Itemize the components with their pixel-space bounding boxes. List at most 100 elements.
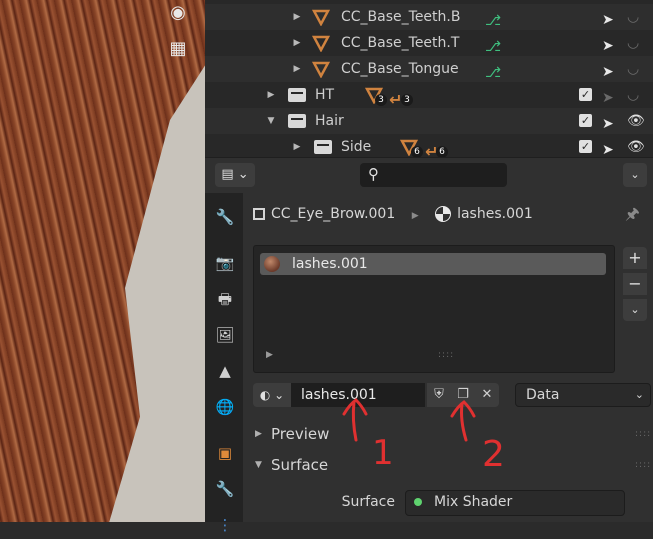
new-material-copy-icon[interactable]: ❐: [451, 383, 475, 407]
tab-object[interactable]: ▣: [211, 439, 239, 467]
mesh-icon: [312, 61, 330, 78]
vertex-group-icon: ⎇: [485, 39, 502, 55]
render-icon: 📷: [215, 254, 235, 272]
tab-render[interactable]: 📷: [211, 249, 239, 277]
tab-modifiers[interactable]: 🔧: [211, 475, 239, 503]
outliner-row[interactable]: ▶ CC_Base_Teeth.T ⎇ ➤ ◡: [205, 30, 653, 56]
properties-tabs: 🔧 📷 🖶 🖼 ▲ 🌐 ▣ 🔧 ⋮: [205, 193, 243, 534]
collection-icon: [288, 114, 306, 128]
unlink-close-icon[interactable]: ✕: [475, 383, 499, 407]
object-icon: ▣: [217, 444, 233, 462]
3d-viewport[interactable]: ◉ ▦: [0, 0, 205, 522]
hair-mesh-render: [0, 0, 205, 522]
outliner: ▶ CC_Base_Teeth.B ⎇ ➤ ◡ ▶ CC_Base_Teeth.…: [205, 0, 653, 161]
hidden-eye-icon[interactable]: ◡: [627, 4, 647, 30]
pin-icon[interactable]: 🖈: [625, 203, 640, 230]
link-select[interactable]: Data ⌄: [515, 383, 651, 407]
exclude-checkbox[interactable]: ✓: [579, 88, 592, 101]
outliner-item-label: Hair: [315, 113, 344, 129]
vertex-group-icon: ⎇: [485, 65, 502, 81]
slot-specials-button[interactable]: ⌄: [623, 299, 647, 321]
collection-icon: [288, 88, 306, 102]
grid-view-icon[interactable]: ▦: [164, 36, 192, 62]
outliner-item-label: CC_Base_Teeth.T: [341, 35, 460, 51]
panel-title: Surface: [271, 456, 329, 474]
object-icon: [253, 208, 265, 220]
hidden-eye-icon[interactable]: ◡: [627, 82, 647, 108]
view-layer-icon: 🖼: [215, 326, 235, 344]
particles-icon: ⋮: [217, 516, 233, 534]
link-select-value: Data: [526, 387, 560, 403]
breadcrumb-separator-icon: ▶: [411, 211, 419, 221]
expand-arrow-icon[interactable]: ▶: [291, 56, 303, 82]
camera-icon[interactable]: ◉: [164, 0, 192, 26]
collection-icon: [314, 140, 332, 154]
tab-tool[interactable]: 🔧: [211, 203, 239, 231]
breadcrumb-material: lashes.001: [457, 206, 533, 222]
add-slot-button[interactable]: +: [623, 247, 647, 269]
panel-surface[interactable]: ▼ Surface ::::: [243, 450, 653, 480]
outliner-row[interactable]: ▶ CC_Base_Teeth.B ⎇ ➤ ◡: [205, 4, 653, 30]
list-resize-grip[interactable]: ::::: [438, 350, 454, 360]
outliner-row[interactable]: ▶ HT 3 ↵ 3 ✓ ➤ ◡: [205, 82, 653, 109]
tab-view-layer[interactable]: 🖼: [211, 321, 239, 349]
material-name-field[interactable]: lashes.001: [291, 383, 425, 407]
world-icon: 🌐: [215, 398, 235, 416]
options-dropdown-button[interactable]: ⌄: [623, 163, 647, 187]
tab-world[interactable]: 🌐: [211, 393, 239, 421]
visible-eye-icon[interactable]: 👁: [627, 108, 647, 134]
hidden-eye-icon[interactable]: ◡: [627, 56, 647, 82]
panel-drag-grip[interactable]: ::::: [635, 419, 651, 449]
expand-arrow-icon[interactable]: ▶: [291, 4, 303, 30]
shader-socket-icon: [414, 498, 422, 506]
outliner-row[interactable]: ▼ Hair ✓ ➤ 👁: [205, 108, 653, 134]
expand-arrow-icon[interactable]: ▶: [291, 30, 303, 56]
collapse-arrow-icon: ▼: [255, 460, 262, 470]
tab-particles[interactable]: ⋮: [211, 511, 239, 539]
scene-icon: ▲: [219, 362, 231, 380]
output-icon: 🖶: [217, 290, 233, 308]
surface-shader-value: Mix Shader: [434, 494, 513, 510]
surface-label: Surface: [341, 494, 395, 510]
outliner-row[interactable]: ▶ CC_Base_Tongue ⎇ ➤ ◡: [205, 56, 653, 82]
viewport-toolbar: ◉ ▦: [160, 0, 196, 70]
list-item[interactable]: lashes.001: [260, 253, 606, 275]
surface-shader-select[interactable]: Mix Shader: [405, 490, 625, 516]
mesh-icon: [312, 35, 330, 52]
expand-arrow-icon[interactable]: ▶: [265, 82, 277, 108]
tab-scene[interactable]: ▲: [211, 357, 239, 385]
panel-drag-grip[interactable]: ::::: [635, 450, 651, 480]
collapse-arrow-icon[interactable]: ▼: [265, 108, 277, 134]
material-preview-icon: [264, 256, 280, 272]
browse-material-button[interactable]: ◐ ⌄: [253, 383, 291, 407]
exclude-checkbox[interactable]: ✓: [579, 114, 592, 127]
mesh-icon: [312, 9, 330, 26]
panel-preview[interactable]: ▶ Preview ::::: [243, 419, 653, 449]
properties-header: ▤ ⌄ ⚲ ⌄: [205, 157, 653, 194]
material-datablock-row: ◐ ⌄ lashes.001 ⛨ ❐ ✕ Data ⌄: [253, 383, 653, 407]
breadcrumb-object: CC_Eye_Brow.001: [271, 206, 396, 222]
exclude-checkbox[interactable]: ✓: [579, 140, 592, 153]
panel-title: Preview: [271, 425, 330, 443]
tool-icon: 🔧: [215, 208, 235, 226]
search-icon: ⚲: [368, 165, 379, 183]
outliner-item-label: CC_Base_Teeth.B: [341, 9, 461, 25]
list-expand-icon[interactable]: ▶: [266, 350, 273, 360]
editor-type-button[interactable]: ▤ ⌄: [215, 163, 255, 187]
wrench-icon: 🔧: [215, 480, 235, 498]
vertex-group-icon: ⎇: [485, 13, 502, 29]
outliner-item-label: HT: [315, 87, 335, 103]
breadcrumb: CC_Eye_Brow.001 ▶ lashes.001: [253, 201, 533, 227]
modifier-count-badge: 3: [401, 94, 413, 106]
remove-slot-button[interactable]: −: [623, 273, 647, 295]
tab-output[interactable]: 🖶: [211, 285, 239, 313]
slot-label: lashes.001: [292, 256, 368, 272]
chevron-down-icon: ⌄: [634, 388, 644, 401]
material-slot-list: lashes.001 ▶ ::::: [253, 245, 615, 373]
material-properties: CC_Eye_Brow.001 ▶ lashes.001 🖈 lashes.00…: [243, 193, 653, 522]
fake-user-shield-icon[interactable]: ⛨: [427, 383, 451, 407]
search-input[interactable]: ⚲: [360, 163, 507, 187]
mesh-count-badge: 3: [375, 94, 387, 106]
hidden-eye-icon[interactable]: ◡: [627, 30, 647, 56]
outliner-item-label: CC_Base_Tongue: [341, 61, 459, 77]
